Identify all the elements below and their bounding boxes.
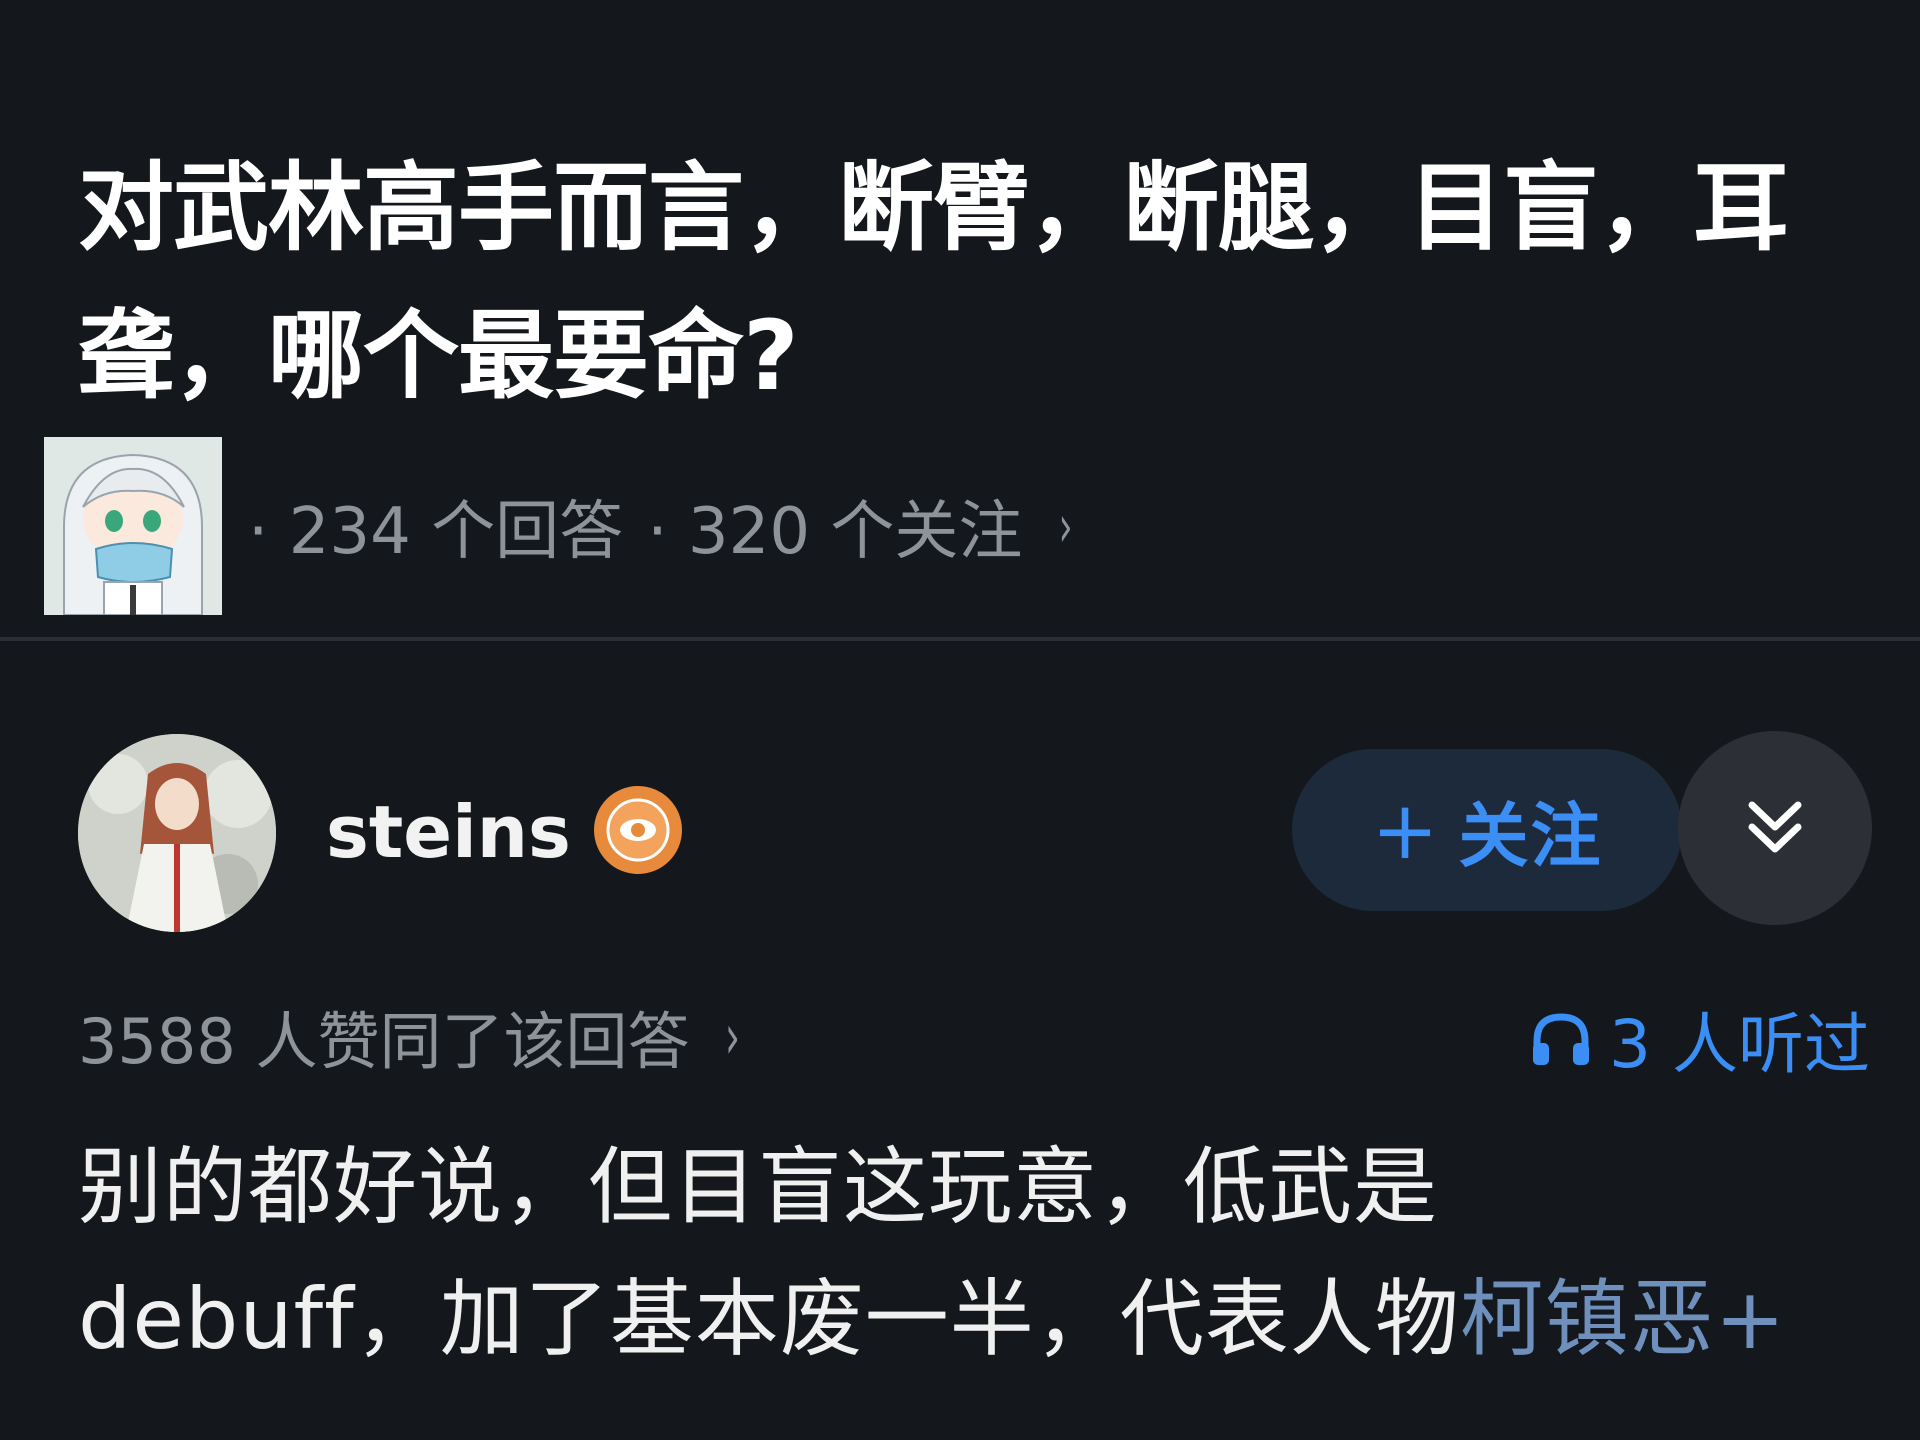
chevron-right-icon: › [1059, 492, 1073, 560]
follow-count: · 320 个关注 [647, 495, 1023, 569]
author-avatar[interactable] [78, 734, 276, 932]
headphones-icon [1533, 1013, 1590, 1065]
question-meta[interactable]: · 234 个回答 · 320 个关注 › [44, 437, 1078, 615]
question-header: 对武林高手而言，断臂，断腿，目盲，耳聋，哪个最要命? · 234 个回答 · 3… [0, 0, 1920, 637]
listen-text: 3 人听过 [1609, 1006, 1870, 1083]
double-chevron-down-icon [1748, 801, 1802, 853]
follow-button[interactable]: + 关注 [1292, 749, 1682, 911]
eye-badge-icon [606, 798, 670, 862]
entity-link[interactable]: 柯镇恶 [1460, 1270, 1715, 1368]
question-asker-avatar[interactable] [44, 437, 222, 615]
answer-body-text: 别的都好说，但目盲这玩意，低武是debuff，加了基本废一半，代表人物 [78, 1138, 1460, 1368]
answer-count: · 234 个回答 [248, 495, 624, 569]
question-stats[interactable]: · 234 个回答 · 320 个关注 › [248, 480, 1078, 572]
chevron-right-icon: › [724, 999, 740, 1073]
anime-girl-avatar-icon [44, 437, 222, 615]
more-options-button[interactable] [1678, 731, 1872, 925]
entity-link-suffix: + [1714, 1270, 1787, 1368]
approval-text: 3588 人赞同了该回答 [78, 1005, 690, 1078]
author-badge[interactable] [594, 786, 682, 874]
anime-character-avatar-icon [78, 734, 276, 932]
follow-button-label: 关注 [1458, 794, 1603, 877]
answer-card: steins + 关注 3588 人赞同了该回答 › 3 人听过 别的都好说，但… [0, 641, 1920, 1440]
author-name[interactable]: steins [326, 786, 571, 878]
approval-count[interactable]: 3588 人赞同了该回答 › [78, 991, 744, 1081]
question-title[interactable]: 对武林高手而言，断臂，断腿，目盲，耳聋，哪个最要命? [78, 134, 1838, 430]
answer-body[interactable]: 别的都好说，但目盲这玩意，低武是debuff，加了基本废一半，代表人物柯镇恶+ [78, 1121, 1798, 1385]
plus-icon: + [1371, 783, 1441, 877]
listen-count[interactable]: 3 人听过 [1529, 991, 1870, 1087]
